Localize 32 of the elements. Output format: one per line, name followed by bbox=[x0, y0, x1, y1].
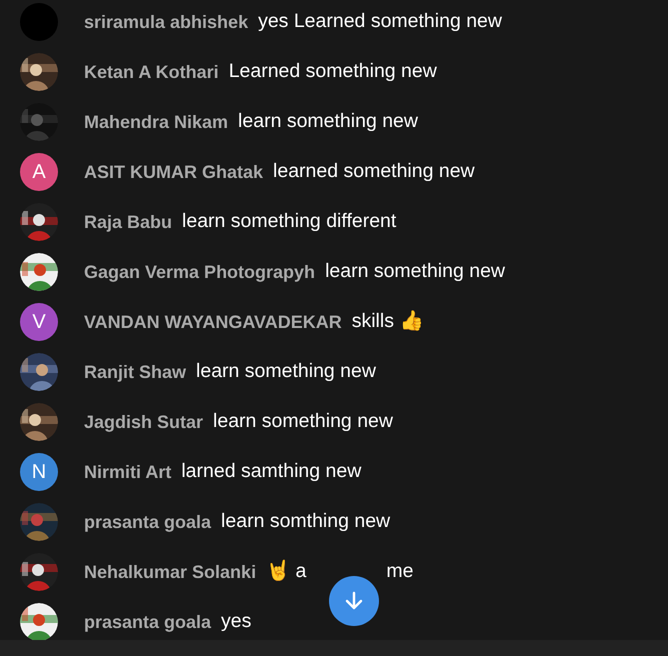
author-name: Ketan A Kothari bbox=[84, 63, 219, 81]
author-name: VANDAN WAYANGAVADEKAR bbox=[84, 313, 342, 331]
letter-avatar: N bbox=[20, 453, 58, 491]
scroll-down-button[interactable] bbox=[329, 576, 379, 626]
author-name: Gagan Verma Photograpyh bbox=[84, 263, 316, 281]
message-text: learned something new bbox=[273, 162, 475, 182]
message-text: skills 👍 bbox=[352, 312, 424, 332]
author-name: Ranjit Shaw bbox=[84, 363, 186, 381]
message-text: Learned something new bbox=[228, 62, 437, 82]
message-text: learn something new bbox=[325, 262, 505, 282]
author-name: Nehalkumar Solanki bbox=[84, 563, 256, 581]
avatar bbox=[20, 3, 58, 41]
message-text: learn somthing new bbox=[221, 512, 390, 532]
message-text: learn something new bbox=[213, 412, 393, 432]
letter-avatar: A bbox=[20, 153, 58, 191]
author-name: sriramula abhishek bbox=[84, 13, 248, 31]
letter-avatar: V bbox=[20, 303, 58, 341]
message-text: larned samthing new bbox=[181, 462, 362, 482]
message-text: learn something new bbox=[238, 112, 418, 132]
author-name: Mahendra Nikam bbox=[84, 113, 228, 131]
message-text: 🤘 a bbox=[266, 562, 306, 582]
message-text: learn something different bbox=[182, 212, 396, 232]
message-text: yes Learned something new bbox=[258, 12, 502, 32]
message-text: yes bbox=[221, 612, 252, 632]
message-text: me bbox=[386, 562, 414, 582]
author-name: prasanta goala bbox=[84, 513, 212, 531]
author-name: ASIT KUMAR Ghatak bbox=[84, 163, 264, 181]
author-name: prasanta goala bbox=[84, 613, 212, 631]
message-text: learn something new bbox=[196, 362, 376, 382]
author-name: Raja Babu bbox=[84, 213, 172, 231]
author-name: Jagdish Sutar bbox=[84, 413, 204, 431]
author-name: Nirmiti Art bbox=[84, 463, 172, 481]
